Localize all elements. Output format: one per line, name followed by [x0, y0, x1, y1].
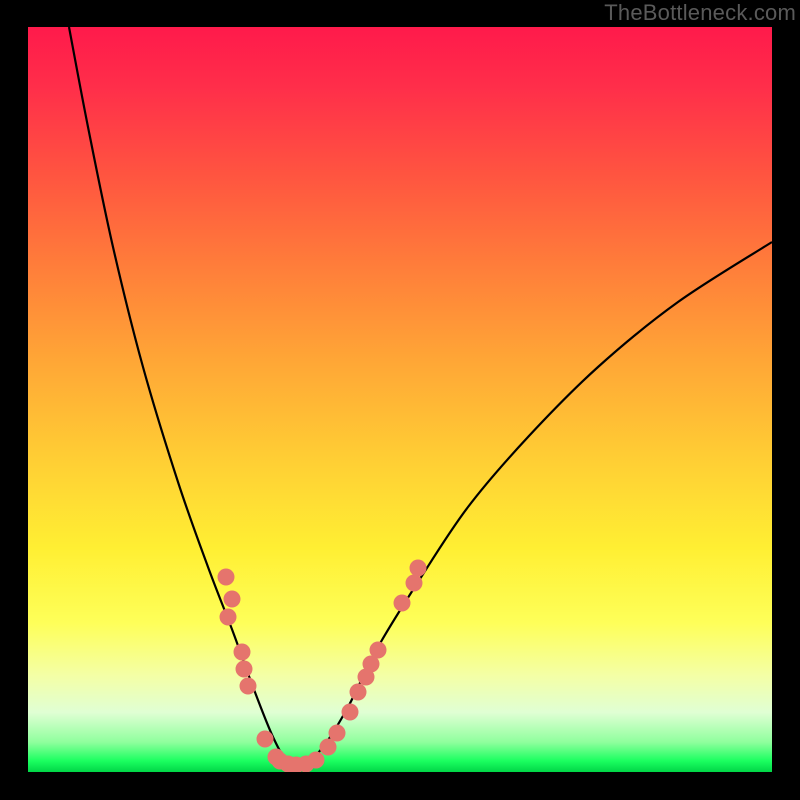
- data-point: [218, 569, 235, 586]
- data-point: [234, 644, 251, 661]
- data-point: [410, 560, 427, 577]
- data-points-layer: [28, 27, 772, 772]
- data-point: [320, 739, 337, 756]
- watermark-text: TheBottleneck.com: [604, 0, 796, 26]
- data-point: [406, 575, 423, 592]
- data-point: [394, 595, 411, 612]
- data-point: [257, 731, 274, 748]
- data-point: [308, 752, 325, 769]
- chart-plot-area: [28, 27, 772, 772]
- data-point: [350, 684, 367, 701]
- data-point: [240, 678, 257, 695]
- data-point: [370, 642, 387, 659]
- data-point: [220, 609, 237, 626]
- data-point: [329, 725, 346, 742]
- data-point: [342, 704, 359, 721]
- data-point: [236, 661, 253, 678]
- data-point: [224, 591, 241, 608]
